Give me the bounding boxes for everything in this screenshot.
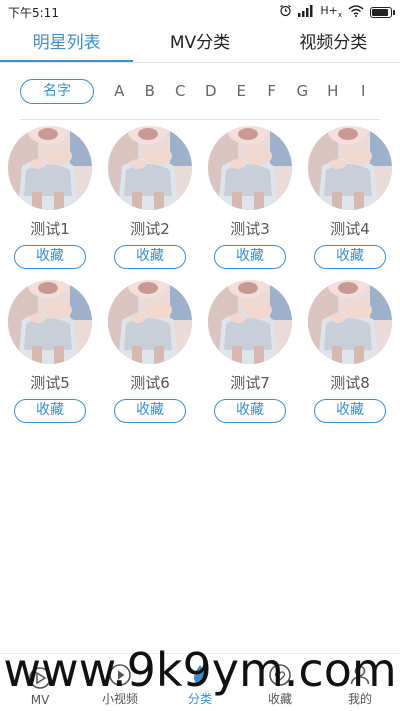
bottom-nav: MV 小视频 分类 收藏 我的 — [0, 653, 400, 711]
favorite-button[interactable]: 收藏 — [114, 245, 186, 269]
favorite-button[interactable]: 收藏 — [214, 399, 286, 423]
star-card[interactable]: 测试5 收藏 — [0, 280, 100, 423]
star-card[interactable]: 测试6 收藏 — [100, 280, 200, 423]
category-icon — [194, 665, 206, 684]
tab-video-category[interactable]: 视频分类 — [267, 24, 400, 62]
letter-i[interactable]: I — [348, 82, 379, 100]
star-avatar[interactable] — [8, 126, 92, 210]
nav-mv[interactable]: MV — [0, 665, 80, 707]
star-grid: 测试1 收藏 测试2 收藏 测试3 收藏 测试4 收藏 测试5 收藏 测试6 收藏 测试7 收藏 测试8 收藏 — [0, 126, 400, 423]
letter-d[interactable]: D — [196, 82, 227, 100]
nav-short-video-label: 小视频 — [101, 692, 138, 706]
status-time: 下午5:11 — [8, 5, 59, 20]
star-avatar[interactable] — [308, 126, 392, 210]
nav-category-label: 分类 — [187, 692, 212, 706]
star-name: 测试8 — [330, 374, 370, 392]
alarm-icon — [279, 4, 292, 20]
signal-icon — [298, 4, 314, 20]
nav-mv-label: MV — [30, 693, 50, 707]
letter-e[interactable]: E — [226, 82, 257, 100]
status-bar: 下午5:11 H+x — [0, 0, 400, 24]
tab-star-list[interactable]: 明星列表 — [0, 24, 133, 62]
favorite-button[interactable]: 收藏 — [214, 245, 286, 269]
star-name: 测试3 — [230, 220, 270, 238]
star-card[interactable]: 测试8 收藏 — [300, 280, 400, 423]
star-card[interactable]: 测试2 收藏 — [100, 126, 200, 269]
star-name: 测试6 — [130, 374, 170, 392]
favorite-button[interactable]: 收藏 — [314, 245, 386, 269]
favorite-button[interactable]: 收藏 — [114, 399, 186, 423]
network-type: H+x — [320, 4, 342, 20]
star-name: 测试2 — [130, 220, 170, 238]
letter-g[interactable]: G — [287, 82, 318, 100]
star-name: 测试4 — [330, 220, 370, 238]
nav-category[interactable]: 分类 — [160, 662, 240, 707]
star-card[interactable]: 测试1 收藏 — [0, 126, 100, 269]
favorite-button[interactable]: 收藏 — [14, 399, 86, 423]
letter-h[interactable]: H — [318, 82, 349, 100]
play-icon — [109, 664, 131, 686]
star-avatar[interactable] — [308, 280, 392, 364]
nav-profile-label: 我的 — [347, 692, 372, 706]
status-left: 下午5:11 — [8, 4, 59, 21]
top-tabs: 明星列表 MV分类 视频分类 — [0, 24, 400, 62]
star-avatar[interactable] — [108, 126, 192, 210]
app-screen: 下午5:11 H+x 明星列表 MV分类 视频分类 名字 A B C D E F… — [0, 0, 400, 711]
star-avatar[interactable] — [208, 126, 292, 210]
star-card[interactable]: 测试7 收藏 — [200, 280, 300, 423]
star-name: 测试1 — [30, 220, 70, 238]
star-avatar[interactable] — [8, 280, 92, 364]
star-card[interactable]: 测试4 收藏 — [300, 126, 400, 269]
star-avatar[interactable] — [108, 280, 192, 364]
tabs-divider — [0, 62, 400, 63]
favorite-button[interactable]: 收藏 — [14, 245, 86, 269]
letter-b[interactable]: B — [135, 82, 166, 100]
letter-f[interactable]: F — [257, 82, 288, 100]
star-card[interactable]: 测试3 收藏 — [200, 126, 300, 269]
letter-a[interactable]: A — [104, 82, 135, 100]
letter-c[interactable]: C — [165, 82, 196, 100]
name-filter-chip[interactable]: 名字 — [20, 78, 94, 104]
star-name: 测试5 — [30, 374, 70, 392]
favorite-icon — [269, 664, 291, 686]
nav-short-video[interactable]: 小视频 — [80, 662, 160, 707]
nav-favorites[interactable]: 收藏 — [240, 662, 320, 707]
star-avatar[interactable] — [208, 280, 292, 364]
filter-divider — [20, 119, 380, 120]
profile-icon — [350, 665, 370, 685]
mv-icon — [29, 667, 51, 689]
star-name: 测试7 — [230, 374, 270, 392]
battery-icon — [370, 6, 395, 18]
favorite-button[interactable]: 收藏 — [314, 399, 386, 423]
nav-favorites-label: 收藏 — [267, 692, 292, 706]
status-right: H+x — [279, 4, 395, 20]
tab-mv-category[interactable]: MV分类 — [133, 24, 266, 62]
nav-profile[interactable]: 我的 — [320, 662, 400, 707]
wifi-icon — [348, 4, 364, 20]
letter-filter-bar: 名字 A B C D E F G H I — [20, 78, 390, 104]
